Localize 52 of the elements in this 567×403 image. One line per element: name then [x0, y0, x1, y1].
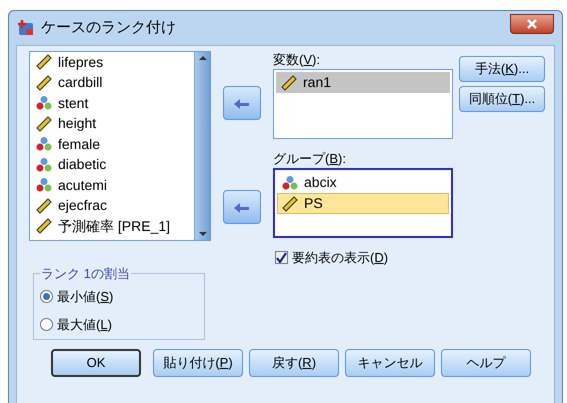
return-arrow-icon — [234, 201, 250, 213]
nominal-icon — [36, 177, 52, 194]
dialog-button[interactable]: ヘルプ — [441, 348, 531, 376]
variable-item[interactable]: acutemi — [58, 174, 108, 196]
radio-label: 最小値(S) — [57, 288, 114, 306]
variable-item[interactable]: 予測確率 [PRE_1] — [58, 216, 170, 237]
variable-item[interactable]: cardbill — [58, 72, 102, 94]
variable-item[interactable]: PS — [277, 193, 449, 214]
variable-item[interactable]: stent — [58, 92, 88, 114]
ruler-icon — [282, 196, 298, 212]
variable-item[interactable]: abcix — [277, 172, 449, 193]
ruler-icon — [36, 116, 52, 132]
variable-item[interactable]: ran1 — [276, 72, 450, 93]
variable-item[interactable]: lifepres — [58, 52, 104, 73]
scrollbar[interactable] — [194, 52, 210, 240]
variable-item[interactable]: female — [58, 134, 100, 155]
nominal-icon — [36, 136, 52, 152]
radio-label: 最大値(L) — [57, 316, 112, 334]
dialog-button[interactable]: 戻す(R) — [249, 348, 339, 376]
ruler-icon — [36, 74, 52, 91]
nominal-icon — [282, 174, 298, 190]
dialog-button[interactable]: キャンセル — [345, 348, 435, 376]
checkbox-label: 要約表の表示(D) — [292, 249, 388, 267]
variable-item[interactable]: height — [58, 113, 96, 134]
variable-item[interactable]: ejecfrac — [58, 195, 108, 216]
ruler-icon — [36, 218, 52, 234]
dialog-button[interactable]: 手法(K)... — [459, 56, 545, 82]
move-button[interactable] — [223, 190, 261, 224]
ruler-icon — [36, 54, 52, 70]
radio-button[interactable] — [40, 290, 53, 304]
dialog-button[interactable]: 同順位(T)... — [459, 86, 545, 112]
radio-button[interactable] — [40, 318, 53, 331]
nominal-icon — [36, 156, 52, 173]
window-title: ケースのランク付け — [41, 18, 176, 38]
source-variable-list[interactable]: lifepres cardbill stent height female diabetic acutemi ejecfrac 予測確率 [PRE_1] — [29, 51, 211, 241]
move-button[interactable] — [223, 86, 261, 120]
group-title: ランク 1の割当 — [40, 264, 131, 282]
close-button[interactable] — [510, 14, 554, 34]
close-icon — [527, 19, 537, 29]
return-arrow-icon — [234, 97, 250, 109]
dialog-button[interactable]: OK — [51, 348, 141, 376]
variable-item[interactable]: diabetic — [58, 154, 106, 176]
groups-list[interactable]: abcix PS — [273, 168, 453, 238]
nominal-icon — [36, 95, 52, 112]
groups-label: グループ(B): — [273, 151, 347, 167]
dialog-button[interactable]: 貼り付け(P) — [153, 348, 243, 376]
variables-label: 変数(V): — [273, 52, 321, 68]
app-icon — [17, 19, 35, 37]
variables-list[interactable]: ran1 — [273, 69, 453, 139]
ruler-icon — [36, 198, 52, 214]
ruler-icon — [281, 74, 297, 90]
checkbox[interactable] — [275, 251, 288, 264]
